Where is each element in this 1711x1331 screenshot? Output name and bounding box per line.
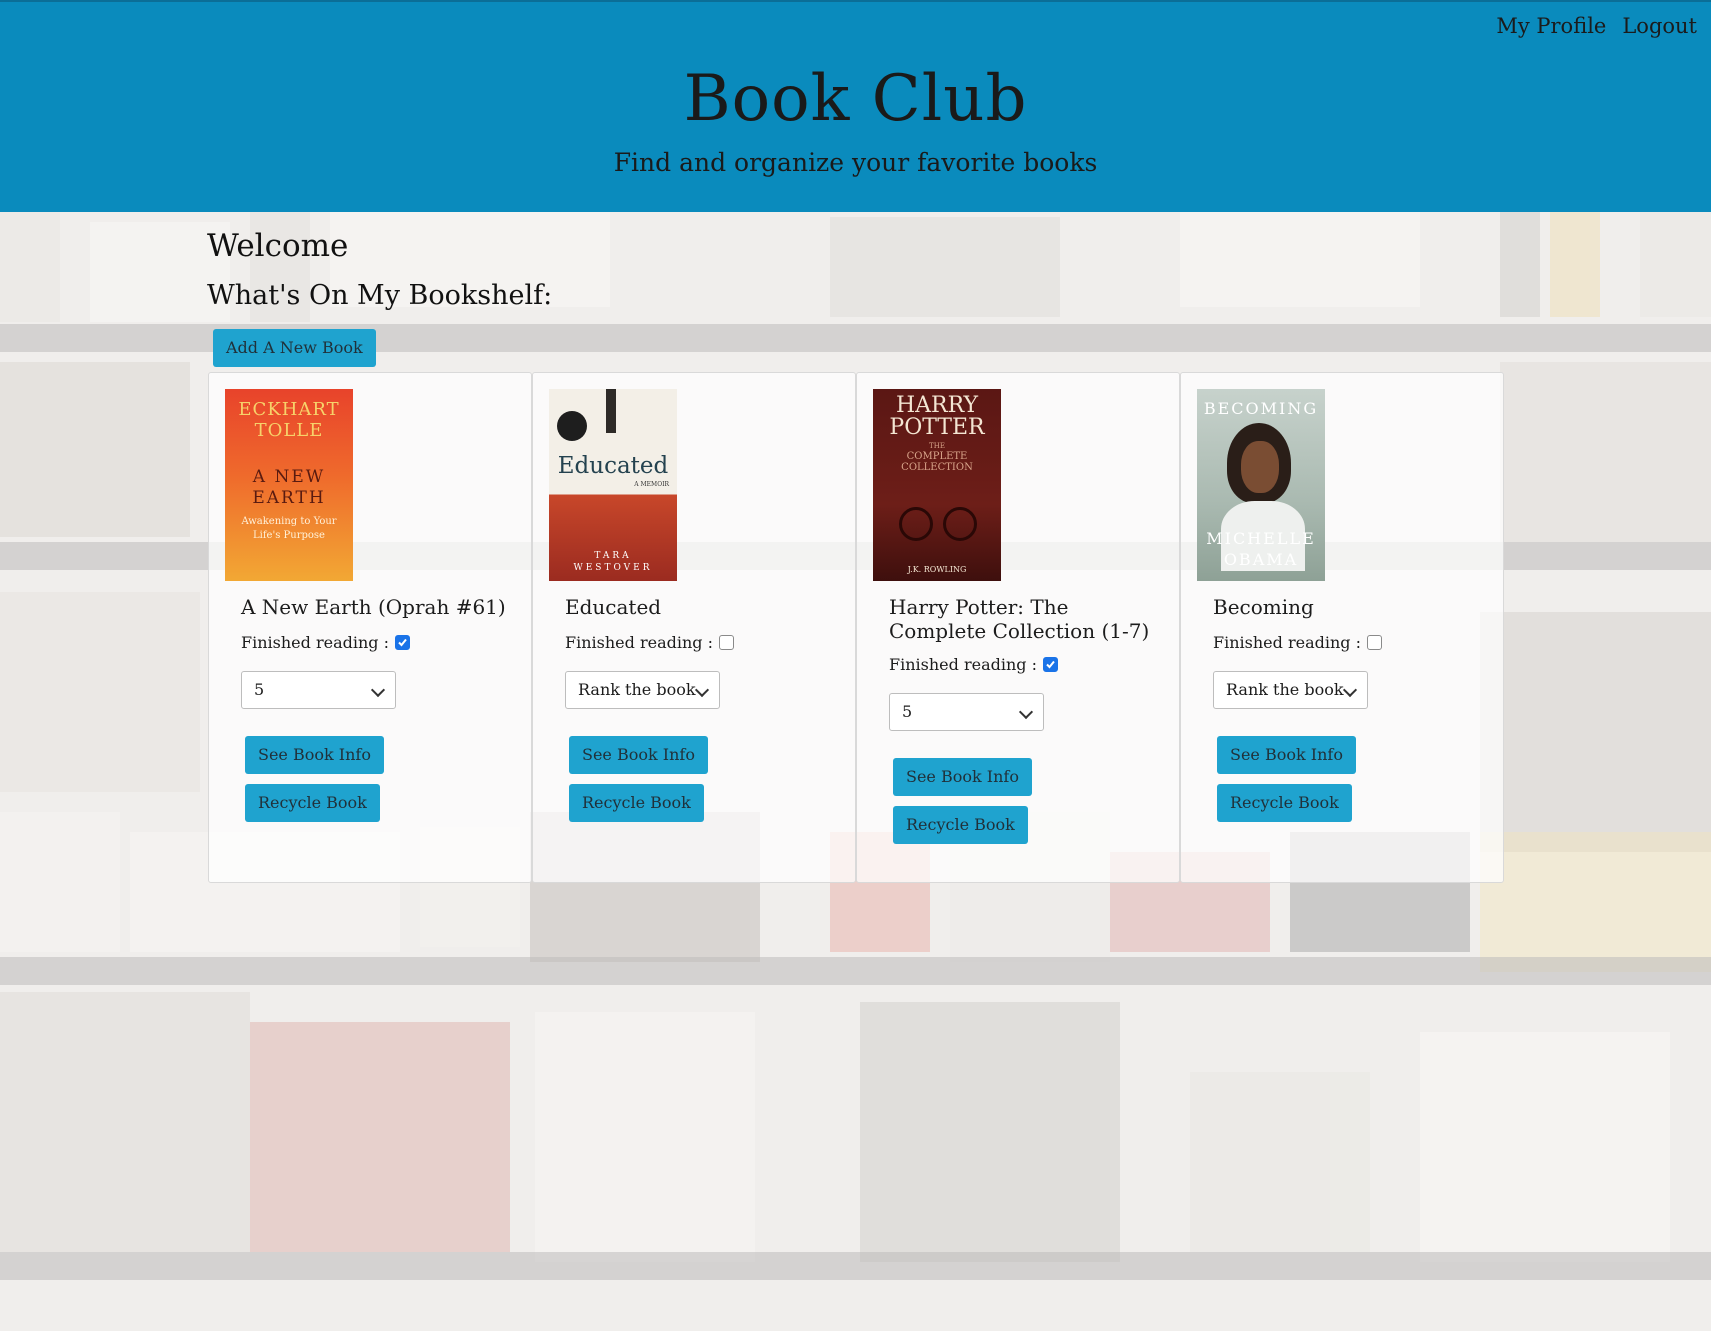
- site-subtitle: Find and organize your favorite books: [613, 148, 1098, 177]
- book-title: Becoming: [1213, 595, 1314, 619]
- book-cover-image: HARRY POTTER THE COMPLETE COLLECTION J.K…: [873, 389, 1001, 581]
- rank-select-value: Rank the book: [1226, 680, 1344, 699]
- site-title: Book Club: [683, 62, 1028, 136]
- rank-select[interactable]: 5: [241, 671, 396, 709]
- rank-select[interactable]: Rank the book: [565, 671, 720, 709]
- book-title: Harry Potter: The Complete Collection (1…: [889, 595, 1150, 643]
- recycle-book-button[interactable]: Recycle Book: [893, 806, 1028, 844]
- finished-reading-row: Finished reading :: [241, 633, 410, 652]
- recycle-book-button[interactable]: Recycle Book: [245, 784, 380, 822]
- rank-select-value: Rank the book: [578, 680, 696, 699]
- checkmark-icon: [398, 638, 407, 647]
- chevron-down-icon: [370, 682, 386, 698]
- bookshelf-heading: What's On My Bookshelf:: [207, 280, 553, 311]
- chevron-down-icon: [1018, 704, 1034, 720]
- see-book-info-button[interactable]: See Book Info: [893, 758, 1032, 796]
- see-book-info-button[interactable]: See Book Info: [569, 736, 708, 774]
- finished-reading-row: Finished reading :: [1213, 633, 1382, 652]
- checkmark-icon: [1046, 660, 1055, 669]
- see-book-info-button[interactable]: See Book Info: [1217, 736, 1356, 774]
- book-title: Educated: [565, 595, 662, 619]
- site-header: My Profile Logout Book Club Find and org…: [0, 0, 1711, 212]
- rank-select-value: 5: [254, 680, 265, 699]
- chevron-down-icon: [694, 682, 710, 698]
- finished-reading-checkbox[interactable]: [1367, 635, 1382, 650]
- book-cards: ECKHART TOLLE A NEW EARTH Awakening to Y…: [208, 372, 1504, 883]
- logout-link[interactable]: Logout: [1622, 14, 1697, 38]
- recycle-book-button[interactable]: Recycle Book: [1217, 784, 1352, 822]
- rank-select[interactable]: 5: [889, 693, 1044, 731]
- book-title: A New Earth (Oprah #61): [241, 595, 506, 619]
- top-nav: My Profile Logout: [1496, 14, 1697, 38]
- add-new-book-button[interactable]: Add A New Book: [213, 329, 376, 367]
- finished-reading-label: Finished reading :: [1213, 633, 1361, 652]
- finished-reading-label: Finished reading :: [565, 633, 713, 652]
- finished-reading-checkbox[interactable]: [395, 635, 410, 650]
- see-book-info-button[interactable]: See Book Info: [245, 736, 384, 774]
- book-card: BECOMING MICHELLE OBAMA Becoming Finishe…: [1180, 372, 1504, 883]
- finished-reading-checkbox[interactable]: [719, 635, 734, 650]
- finished-reading-label: Finished reading :: [241, 633, 389, 652]
- chevron-down-icon: [1342, 682, 1358, 698]
- book-card: HARRY POTTER THE COMPLETE COLLECTION J.K…: [856, 372, 1180, 883]
- finished-reading-row: Finished reading :: [889, 655, 1058, 674]
- book-cover-image: ECKHART TOLLE A NEW EARTH Awakening to Y…: [225, 389, 353, 581]
- my-profile-link[interactable]: My Profile: [1496, 14, 1606, 38]
- finished-reading-row: Finished reading :: [565, 633, 734, 652]
- book-cover-image: BECOMING MICHELLE OBAMA: [1197, 389, 1325, 581]
- welcome-heading: Welcome: [207, 228, 349, 264]
- rank-select[interactable]: Rank the book: [1213, 671, 1368, 709]
- book-card: Educated A MEMOIR TARA WESTOVER Educated…: [532, 372, 856, 883]
- book-cover-image: Educated A MEMOIR TARA WESTOVER: [549, 389, 677, 581]
- rank-select-value: 5: [902, 702, 913, 721]
- book-card: ECKHART TOLLE A NEW EARTH Awakening to Y…: [208, 372, 532, 883]
- finished-reading-checkbox[interactable]: [1043, 657, 1058, 672]
- recycle-book-button[interactable]: Recycle Book: [569, 784, 704, 822]
- finished-reading-label: Finished reading :: [889, 655, 1037, 674]
